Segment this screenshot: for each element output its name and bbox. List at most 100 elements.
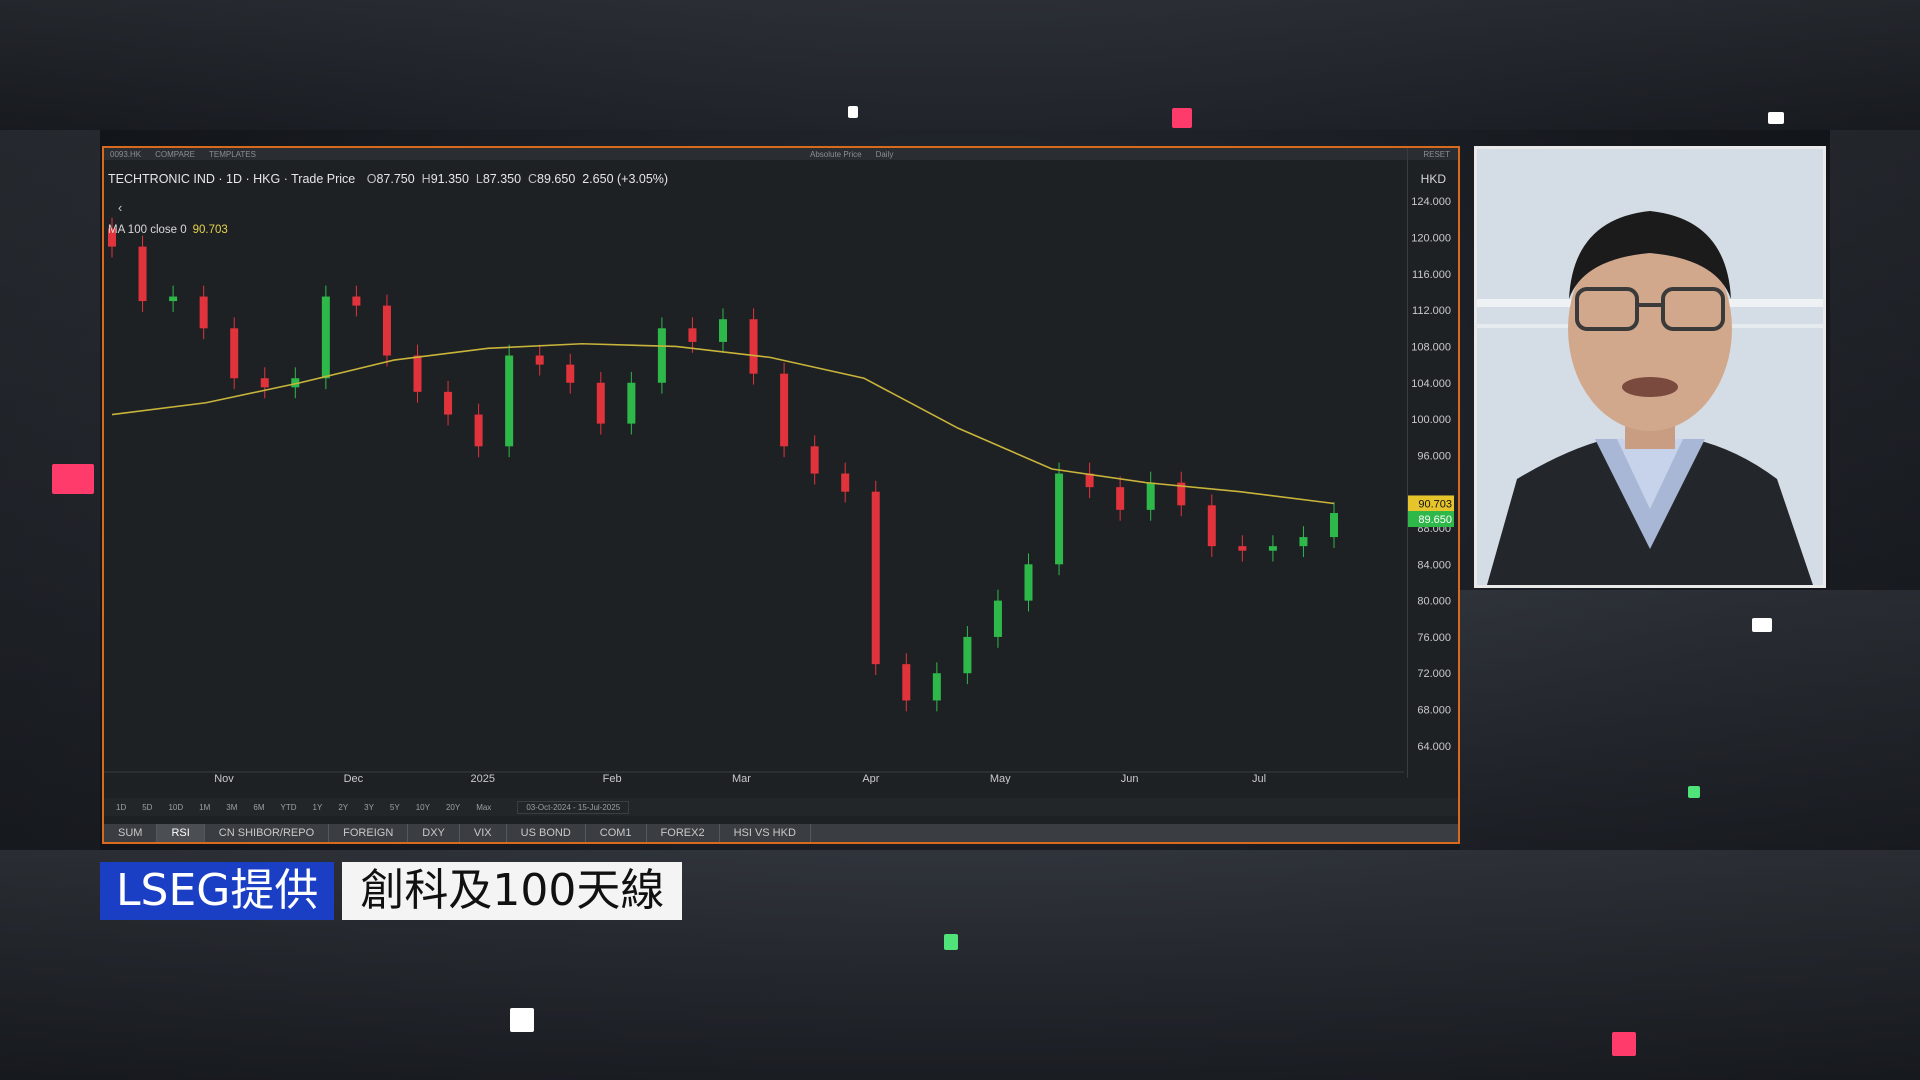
- candle-body: [1116, 487, 1125, 510]
- candle-body: [902, 664, 911, 701]
- open-value: 87.750: [376, 172, 415, 186]
- decor-cube: [1752, 618, 1772, 632]
- collapse-legend-icon[interactable]: ‹: [118, 200, 122, 215]
- caption-title: 創科及100天線: [342, 862, 683, 920]
- range-button-10y[interactable]: 10Y: [408, 803, 438, 812]
- decor-cube: [1768, 112, 1784, 124]
- tab-dxy[interactable]: DXY: [408, 824, 460, 842]
- candle-body: [138, 246, 147, 302]
- decor-cube: [510, 1008, 534, 1032]
- range-button-3y[interactable]: 3Y: [356, 803, 382, 812]
- workspace-tabs: SUM RSI CN SHIBOR/REPO FOREIGN DXY VIX US BOND…: [104, 824, 1458, 842]
- instrument-name: TECHTRONIC IND · 1D · HKG · Trade Price: [108, 172, 356, 186]
- candle-body: [321, 296, 330, 379]
- candle-body: [260, 378, 269, 388]
- candle-body: [1146, 482, 1155, 510]
- range-button-10d[interactable]: 10D: [160, 803, 191, 812]
- decor-cube: [848, 106, 858, 118]
- decor-cube: [1612, 1032, 1636, 1056]
- range-button-2y[interactable]: 2Y: [330, 803, 356, 812]
- x-tick-label: May: [990, 773, 1011, 784]
- x-tick-label: Mar: [732, 773, 751, 784]
- range-button-ytd[interactable]: YTD: [273, 803, 305, 812]
- range-button-6m[interactable]: 6M: [245, 803, 272, 812]
- decor-cube: [1172, 108, 1192, 128]
- toolbar-price-type-dropdown[interactable]: Absolute Price: [810, 150, 862, 159]
- toolbar-ric-input[interactable]: 0093.HK: [110, 150, 141, 159]
- candle-body: [1207, 505, 1216, 547]
- background-building: [0, 0, 1920, 130]
- candle-body: [841, 473, 850, 492]
- background-building: [1460, 590, 1920, 850]
- candle-body: [993, 600, 1002, 637]
- x-tick-label: Jul: [1252, 773, 1266, 784]
- candle-body: [1268, 546, 1277, 551]
- chart-window: 0093.HK COMPARE TEMPLATES Absolute Price…: [102, 146, 1460, 844]
- candle-body: [657, 328, 666, 383]
- tab-foreign[interactable]: FOREIGN: [329, 824, 409, 842]
- ma-legend: MA 100 close 0 90.703: [108, 224, 228, 236]
- candle-body: [1024, 564, 1033, 601]
- candle-body: [871, 491, 880, 665]
- ohlc-readout: O87.750 H91.350 L87.350 C89.650 2.650 (+…: [366, 172, 669, 186]
- toolbar-templates-button[interactable]: TEMPLATES: [209, 150, 256, 159]
- x-tick-label: Jun: [1121, 773, 1139, 784]
- presenter-video: [1474, 146, 1826, 588]
- toolbar-compare-button[interactable]: COMPARE: [155, 150, 195, 159]
- candle-body: [382, 305, 391, 356]
- range-button-3m[interactable]: 3M: [218, 803, 245, 812]
- range-button-20y[interactable]: 20Y: [438, 803, 468, 812]
- candle-body: [352, 296, 361, 306]
- price-axis: [1407, 148, 1458, 778]
- candle-body: [1330, 513, 1338, 538]
- currency-label: HKD: [1420, 172, 1446, 186]
- tab-sum[interactable]: SUM: [104, 824, 158, 842]
- x-tick-label: Dec: [344, 773, 364, 784]
- tab-hsi-vs-hkd[interactable]: HSI VS HKD: [720, 824, 811, 842]
- caption-source-label: LSEG提供: [100, 862, 335, 920]
- tab-com1[interactable]: COM1: [586, 824, 647, 842]
- range-button-1y[interactable]: 1Y: [305, 803, 331, 812]
- x-tick-label: Apr: [862, 773, 879, 784]
- range-button-1d[interactable]: 1D: [108, 803, 134, 812]
- candle-body: [749, 319, 758, 374]
- ma-label: MA 100 close 0: [108, 224, 187, 236]
- range-controls: 1D 5D 10D 1M 3M 6M YTD 1Y 2Y 3Y 5Y 10Y 20Y Max 03-Oct-…: [104, 798, 1458, 816]
- candle-body: [719, 319, 727, 342]
- candle-body: [535, 355, 544, 365]
- range-button-5d[interactable]: 5D: [134, 803, 160, 812]
- close-value: 89.650: [537, 172, 576, 186]
- decor-cube: [52, 464, 94, 494]
- tab-forex2[interactable]: FOREX2: [647, 824, 720, 842]
- range-button-1m[interactable]: 1M: [191, 803, 218, 812]
- x-tick-label: Feb: [603, 773, 622, 784]
- candle-body: [810, 446, 819, 474]
- candle-body: [596, 382, 605, 424]
- candle-body: [932, 673, 941, 701]
- background-building: [1830, 130, 1920, 590]
- candle-body: [474, 414, 483, 447]
- presenter-image: [1477, 149, 1823, 585]
- instrument-header: TECHTRONIC IND · 1D · HKG · Trade Price …: [108, 172, 668, 186]
- candle-body: [1299, 537, 1308, 547]
- price-chart[interactable]: 124.000120.000116.000112.000108.000104.0…: [104, 164, 1454, 784]
- tab-cn-shibor-repo[interactable]: CN SHIBOR/REPO: [205, 824, 330, 842]
- candle-body: [627, 382, 636, 424]
- range-button-max[interactable]: Max: [468, 803, 499, 812]
- candle-body: [963, 636, 972, 674]
- candle-body: [413, 355, 422, 392]
- toolbar-interval-dropdown[interactable]: Daily: [876, 150, 894, 159]
- tab-rsi[interactable]: RSI: [157, 824, 205, 842]
- tab-us-bond[interactable]: US BOND: [507, 824, 586, 842]
- candle-body: [566, 364, 575, 383]
- decor-cube: [944, 934, 958, 950]
- range-button-5y[interactable]: 5Y: [382, 803, 408, 812]
- candle-body: [230, 328, 239, 379]
- change-value: 2.650 (+3.05%): [582, 172, 669, 186]
- x-tick-label: 2025: [471, 773, 495, 784]
- tab-vix[interactable]: VIX: [460, 824, 507, 842]
- date-range-field[interactable]: 03-Oct-2024 - 15-Jul-2025: [517, 800, 630, 814]
- ma-value: 90.703: [192, 224, 228, 236]
- candle-body: [505, 355, 514, 447]
- low-value: 87.350: [482, 172, 522, 186]
